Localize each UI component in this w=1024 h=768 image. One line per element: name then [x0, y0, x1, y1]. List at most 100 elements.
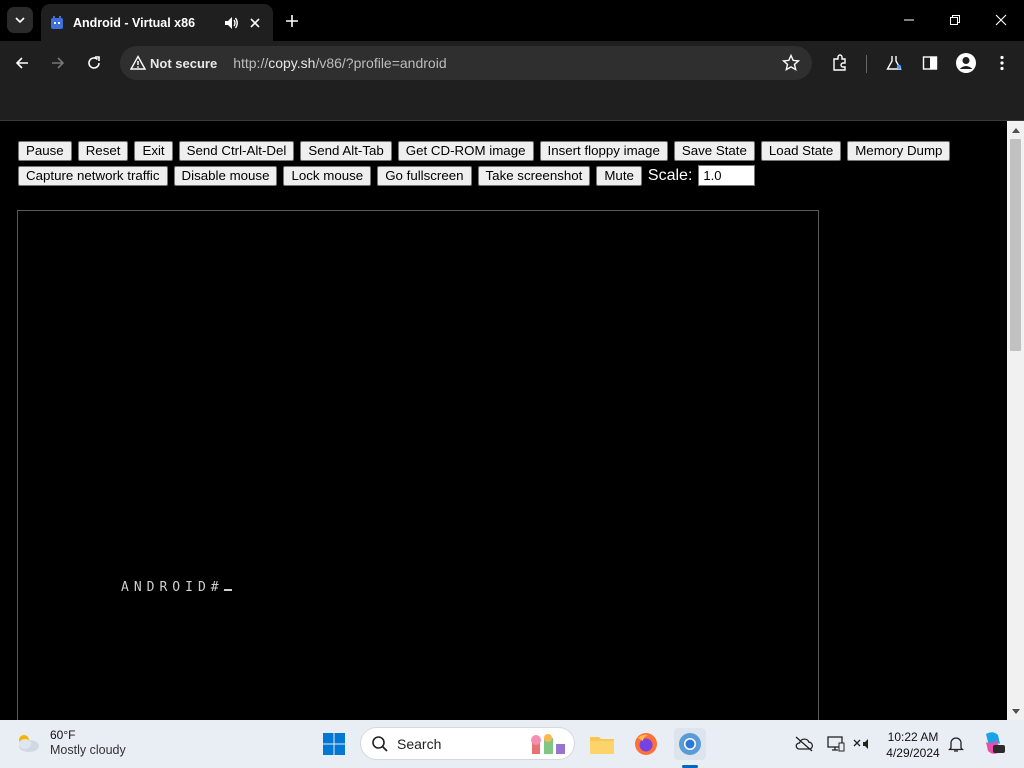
get-cdrom-image-button[interactable]: Get CD-ROM image: [397, 141, 534, 161]
lock-mouse-button[interactable]: Lock mouse: [283, 165, 372, 186]
take-screenshot-button[interactable]: Take screenshot: [477, 165, 591, 186]
restore-icon: [950, 15, 960, 25]
security-label[interactable]: Not secure: [150, 56, 217, 71]
reload-icon: [88, 56, 100, 69]
url-path: /v86/?profile=android: [315, 55, 447, 71]
send-alt-tab-button[interactable]: Send Alt-Tab: [300, 141, 392, 161]
bookmarks-bar: [0, 85, 1024, 121]
windows-taskbar: 60°F Mostly cloudy Search 10:22 AM 4/29/…: [0, 720, 1024, 768]
weather-widget[interactable]: 60°F Mostly cloudy: [14, 728, 126, 758]
notifications-button[interactable]: [946, 734, 966, 754]
page-content: Pause Reset Exit Send Ctrl-Alt-Del Send …: [0, 121, 1007, 720]
bell-icon: [948, 737, 964, 752]
cloud-sun-icon: [19, 735, 39, 752]
file-explorer-button[interactable]: [586, 728, 618, 760]
disable-mouse-button[interactable]: Disable mouse: [173, 165, 278, 186]
tab-strip: Android - Virtual x86: [0, 0, 1024, 41]
close-icon[interactable]: [247, 15, 263, 31]
memory-dump-button[interactable]: Memory Dump: [847, 141, 951, 161]
puzzle-icon: [833, 54, 846, 71]
terminal-prompt: ANDROID#: [121, 579, 232, 595]
copilot-button[interactable]: [980, 730, 1006, 756]
profile-button[interactable]: [952, 49, 980, 77]
browser-tab[interactable]: Android - Virtual x86: [41, 4, 273, 41]
emulator-screen[interactable]: ANDROID#: [17, 210, 819, 720]
more-vertical-icon: [1000, 55, 1004, 71]
extensions-button[interactable]: [826, 49, 854, 77]
menu-button[interactable]: [988, 49, 1016, 77]
capture-network-traffic-button[interactable]: Capture network traffic: [18, 165, 168, 186]
forward-button[interactable]: [44, 49, 72, 77]
search-placeholder: Search: [397, 735, 442, 752]
new-tab-button[interactable]: [281, 10, 303, 32]
exit-button[interactable]: Exit: [134, 141, 173, 161]
url-domain: copy.sh: [268, 55, 316, 71]
triangle-up-icon: [1011, 127, 1020, 133]
load-state-button[interactable]: Load State: [760, 141, 842, 161]
send-ctrl-alt-del-button[interactable]: Send Ctrl-Alt-Del: [178, 141, 295, 161]
arrow-right-icon: [52, 57, 65, 69]
clock-date: 4/29/2024: [886, 746, 940, 760]
toolbar-divider: [866, 55, 867, 73]
windows-logo-icon: [323, 733, 345, 755]
chevron-down-icon: [15, 17, 25, 24]
vertical-scrollbar[interactable]: [1007, 121, 1024, 720]
network-volume-tray[interactable]: [852, 734, 872, 754]
minimize-icon: [904, 19, 914, 21]
monitor-icon: [827, 736, 845, 752]
save-state-button[interactable]: Save State: [673, 141, 755, 161]
firefox-button[interactable]: [630, 728, 662, 760]
mute-button[interactable]: Mute: [596, 165, 642, 186]
controls-row-1: Pause Reset Exit Send Ctrl-Alt-Del Send …: [18, 141, 978, 161]
url-prefix: http://: [233, 55, 269, 71]
text-cursor: [223, 579, 232, 591]
reload-button[interactable]: [80, 49, 108, 77]
virtual-x86-favicon: [51, 15, 63, 29]
labs-button[interactable]: [880, 49, 908, 77]
start-button[interactable]: [318, 728, 350, 760]
system-clock[interactable]: 10:22 AM 4/29/2024: [882, 729, 944, 761]
firefox-icon: [635, 733, 657, 755]
speaker-icon[interactable]: [223, 15, 239, 31]
scale-input[interactable]: [698, 165, 756, 186]
url-text[interactable]: http://copy.sh/v86/?profile=android: [233, 55, 446, 71]
restore-button[interactable]: [932, 0, 978, 40]
triangle-down-icon: [1011, 708, 1020, 714]
scroll-thumb[interactable]: [1010, 139, 1021, 351]
tab-title: Android - Virtual x86: [73, 15, 196, 30]
side-panel-button[interactable]: [916, 49, 944, 77]
reset-button[interactable]: Reset: [77, 141, 129, 161]
clock-time: 10:22 AM: [887, 730, 939, 744]
back-button[interactable]: [8, 49, 36, 77]
chrome-button[interactable]: [674, 728, 706, 760]
taskbar-search[interactable]: Search: [360, 727, 575, 760]
plus-icon: [286, 15, 298, 27]
flask-icon: [886, 56, 902, 70]
tab-search-button[interactable]: [7, 7, 33, 33]
scroll-down-arrow[interactable]: [1007, 703, 1024, 720]
star-icon[interactable]: [782, 54, 800, 72]
weather-condition: Mostly cloudy: [50, 743, 126, 757]
display-tray[interactable]: [826, 734, 846, 754]
cloud-off-icon: [795, 736, 813, 752]
weather-temperature: 60°F: [50, 728, 76, 742]
scale-label: Scale:: [647, 166, 693, 184]
side-panel-icon: [922, 56, 938, 70]
arrow-left-icon: [15, 57, 28, 69]
search-icon: [372, 735, 388, 752]
folder-icon: [590, 737, 614, 754]
go-fullscreen-button[interactable]: Go fullscreen: [377, 165, 472, 186]
scroll-up-arrow[interactable]: [1007, 121, 1024, 138]
window-close-button[interactable]: [978, 0, 1024, 40]
warning-icon: [130, 55, 146, 70]
onedrive-tray[interactable]: [794, 734, 814, 754]
pause-button[interactable]: Pause: [18, 141, 72, 161]
close-icon: [995, 14, 1007, 26]
network-icon: [853, 739, 868, 749]
minimize-button[interactable]: [886, 0, 932, 40]
v86-controls: Pause Reset Exit Send Ctrl-Alt-Del Send …: [18, 141, 978, 190]
address-bar[interactable]: Not secure http://copy.sh/v86/?profile=a…: [120, 46, 812, 80]
insert-floppy-image-button[interactable]: Insert floppy image: [539, 141, 668, 161]
terminal-prompt-text: ANDROID#: [121, 580, 224, 595]
controls-row-2: Capture network traffic Disable mouse Lo…: [18, 165, 978, 186]
